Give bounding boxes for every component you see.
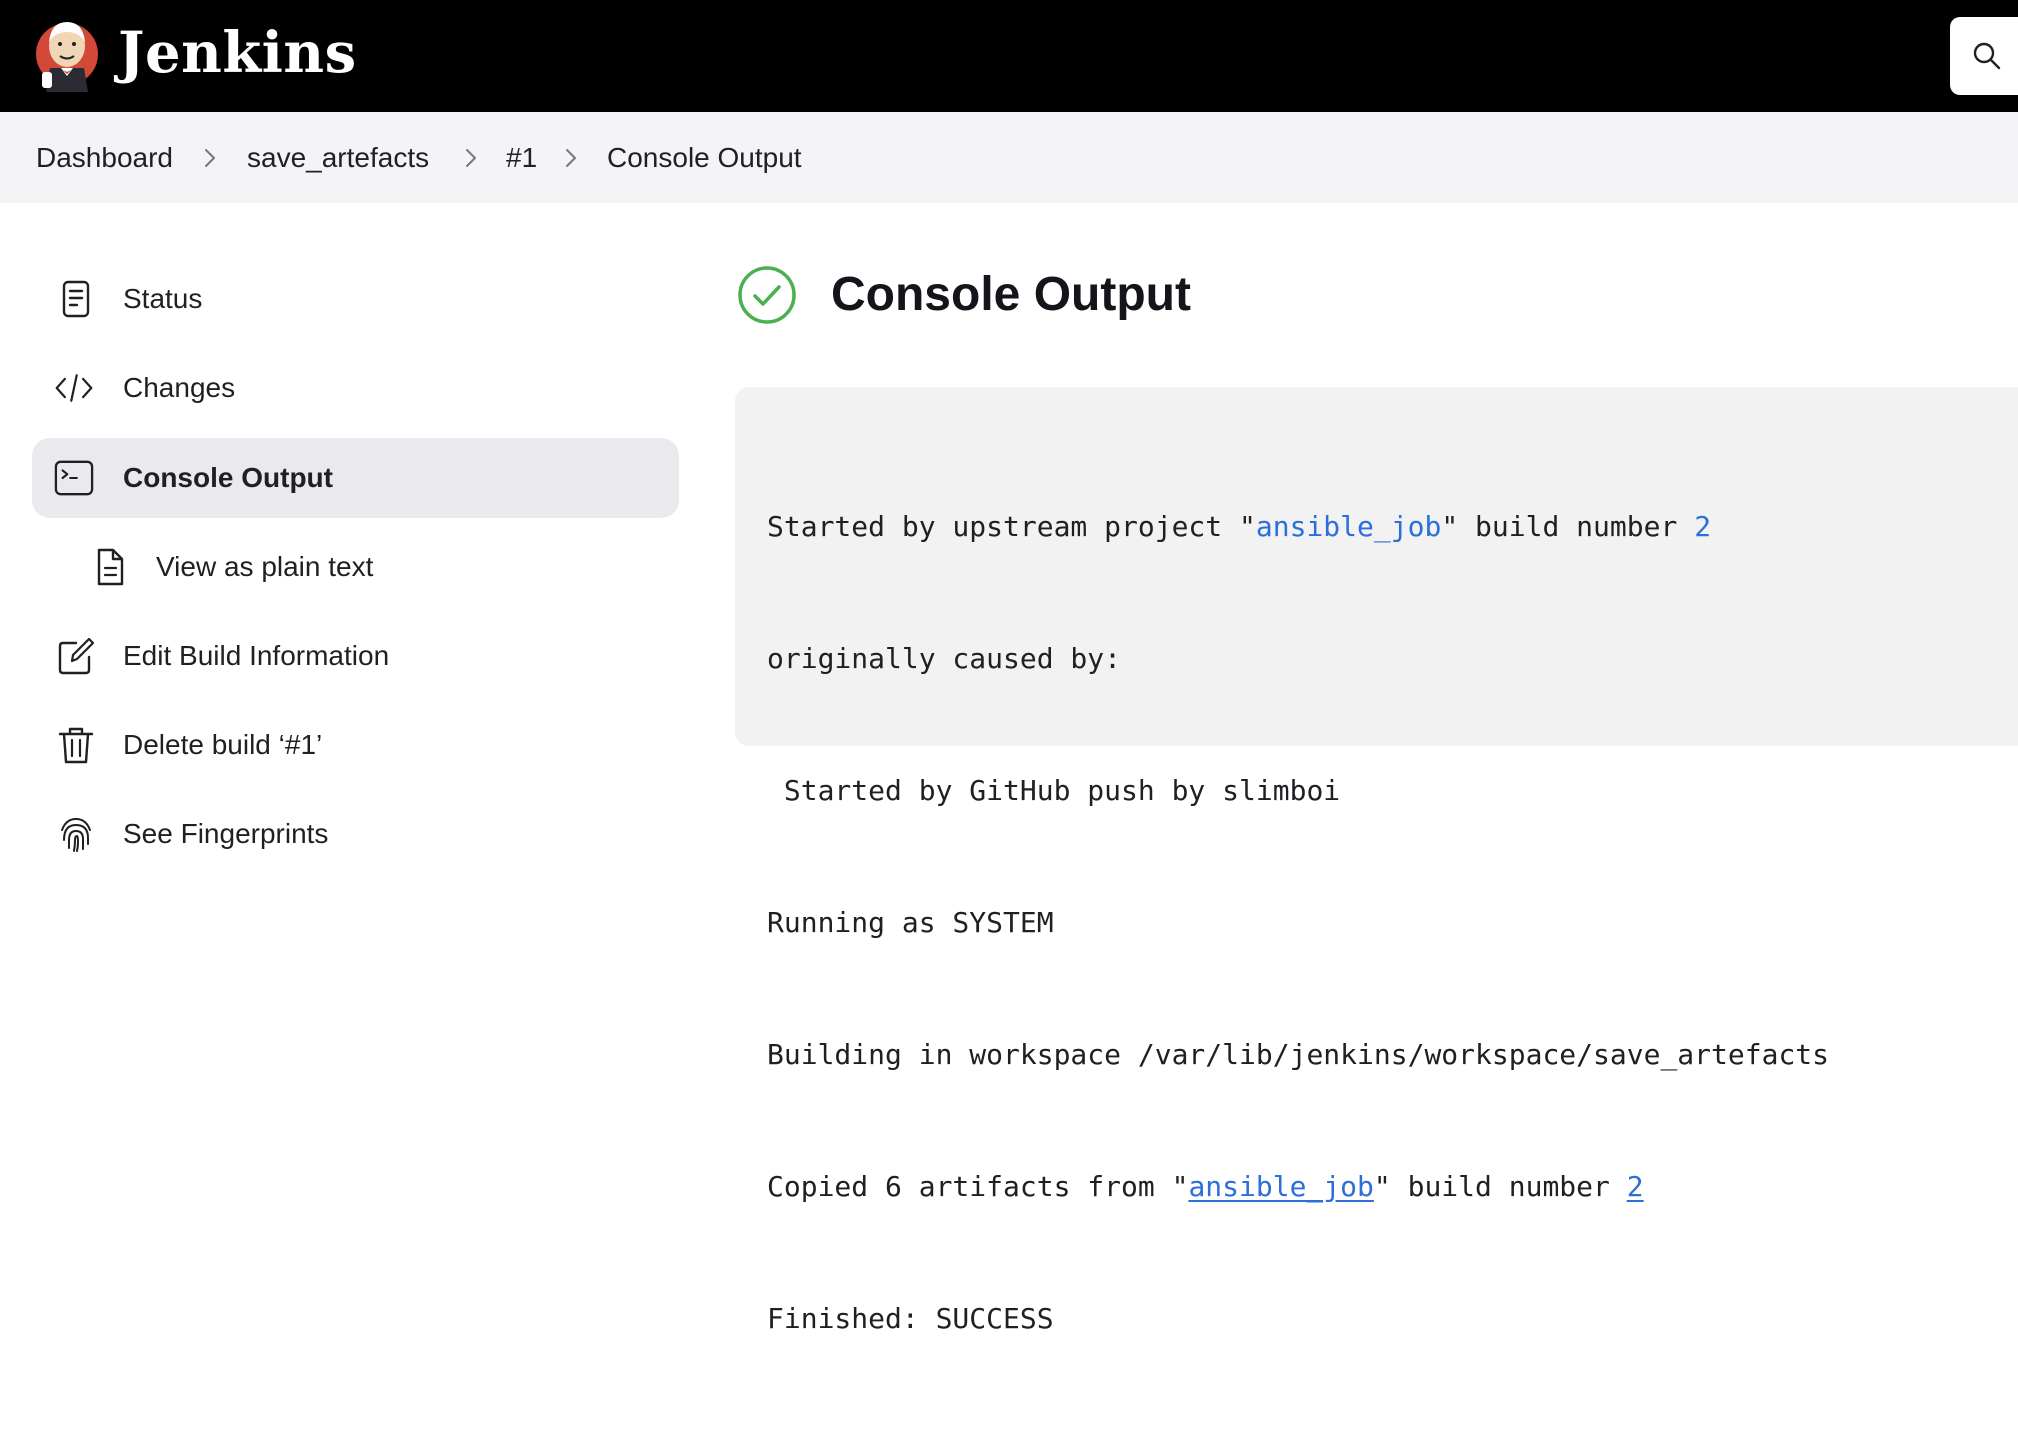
search-button[interactable] <box>1950 17 2018 95</box>
console-text: Started by upstream project " <box>767 510 1256 543</box>
console-text: Copied 6 artifacts from " <box>767 1170 1189 1203</box>
console-line: Running as SYSTEM <box>767 906 1054 939</box>
sidebar-item-label: Changes <box>123 372 236 403</box>
console-line: originally caused by: <box>767 642 1122 675</box>
console-line: Copied 6 artifacts from "ansible_job" bu… <box>767 1165 1829 1209</box>
sidebar-item-label: Status <box>123 283 203 314</box>
top-header: Jenkins <box>0 0 2018 112</box>
sidebar-item-changes[interactable]: Changes <box>32 348 679 428</box>
sidebar-item-label: See Fingerprints <box>123 818 329 849</box>
trash-icon <box>58 727 94 764</box>
success-check-icon <box>738 266 796 324</box>
chevron-right-icon <box>205 149 215 167</box>
sidebar-item-see-fingerprints[interactable]: See Fingerprints <box>32 794 679 874</box>
artifact-source-project-link[interactable]: ansible_job <box>1188 1170 1373 1203</box>
chevron-right-icon <box>566 149 576 167</box>
artifact-source-build-number-link[interactable]: 2 <box>1627 1170 1644 1203</box>
console-line: Building in workspace /var/lib/jenkins/w… <box>767 1038 1830 1071</box>
console-text: " build number <box>1373 1170 1627 1203</box>
sidebar-item-view-plain-text[interactable]: View as plain text <box>32 527 679 607</box>
document-icon <box>62 280 90 318</box>
search-icon <box>1973 42 2001 70</box>
console-line: Finished: SUCCESS <box>767 1302 1054 1335</box>
file-text-icon <box>97 548 124 586</box>
page-title: Console Output <box>831 268 1191 321</box>
upstream-build-number-link[interactable]: 2 <box>1694 510 1711 543</box>
fingerprint-icon <box>61 817 91 852</box>
breadcrumb: Dashboard save_artefacts #1 Console Outp… <box>0 112 2018 203</box>
breadcrumb-console-output[interactable]: Console Output <box>607 142 802 174</box>
jenkins-logo-icon[interactable] <box>34 14 100 98</box>
edit-icon <box>58 637 95 675</box>
chevron-right-icon <box>466 149 476 167</box>
console-text: " build number <box>1441 510 1695 543</box>
breadcrumb-build[interactable]: #1 <box>506 142 537 174</box>
sidebar-item-label: Delete build ‘#1’ <box>123 729 323 760</box>
sidebar-item-edit-build-information[interactable]: Edit Build Information <box>32 616 679 696</box>
sidebar-item-label: Console Output <box>123 462 333 493</box>
sidebar-item-label: View as plain text <box>156 551 374 582</box>
sidebar-item-console-output[interactable]: Console Output <box>32 438 679 518</box>
sidebar-item-delete-build[interactable]: Delete build ‘#1’ <box>32 705 679 785</box>
brand-name[interactable]: Jenkins <box>118 18 357 88</box>
code-icon <box>55 374 93 402</box>
sidebar-item-label: Edit Build Information <box>123 640 390 671</box>
console-line: Started by GitHub push by slimboi <box>767 774 1341 807</box>
terminal-icon <box>54 460 94 496</box>
upstream-project-link[interactable]: ansible_job <box>1256 510 1441 543</box>
console-output-panel: Started by upstream project "ansible_job… <box>735 387 2018 1335</box>
breadcrumb-job[interactable]: save_artefacts <box>247 142 429 174</box>
breadcrumb-dashboard[interactable]: Dashboard <box>36 142 173 174</box>
sidebar-item-status[interactable]: Status <box>32 259 679 339</box>
console-line: Started by upstream project "ansible_job… <box>767 505 1829 549</box>
